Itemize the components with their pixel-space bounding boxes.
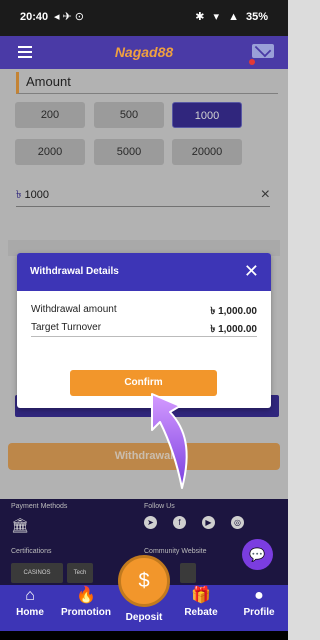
flame-icon: 🔥 [76,587,96,604]
target-turnover-row: Target Turnover ৳ 1,000.00 [31,322,257,335]
profile-icon: ● [254,587,264,604]
withdrawal-amount-row: Withdrawal amount ৳ 1,000.00 [31,304,257,317]
certifications-label: Certifications [11,548,52,555]
instagram-icon[interactable]: ◎ [231,516,244,529]
tech-badge: Tech [67,563,93,583]
modal-header: Withdrawal Details ✕ [17,253,271,291]
app-logo: Nagad88 [114,44,174,60]
nav-label: Promotion [61,607,111,618]
nav-label: Rebate [184,607,218,618]
gift-icon: 🎁 [191,587,211,604]
system-icons: ✱ ▾ ▲ [195,11,242,23]
payment-methods-label: Payment Methods [11,503,68,510]
deposit-button[interactable]: $ [118,555,170,607]
nav-rebate[interactable]: 🎁 Rebate [171,587,231,618]
mail-notification-dot [249,59,255,65]
battery-level: 35% [245,11,268,23]
follow-us-label: Follow Us [144,503,175,510]
facebook-icon[interactable]: f [173,516,186,529]
close-icon[interactable]: ✕ [244,261,259,282]
chat-icon[interactable]: 💬 [242,539,273,570]
nav-label: Profile [243,607,275,618]
telegram-icon[interactable]: ➤ [144,516,157,529]
home-icon: ⌂ [25,587,35,604]
mail-icon[interactable] [252,44,274,58]
modal-title: Withdrawal Details [30,266,119,277]
bank-icon: 🏛 [11,517,29,533]
row-value: ৳ 1,000.00 [210,306,257,317]
community-icon[interactable] [180,563,196,583]
status-bar: 20:40 ◂✈⊙ ✱ ▾ ▲ 35% [0,0,288,36]
nav-home[interactable]: ⌂ Home [0,587,60,618]
nav-promotion[interactable]: 🔥 Promotion [56,587,116,618]
status-time: 20:40 [20,11,49,23]
row-label: Withdrawal amount [31,304,117,315]
pointer-arrow-icon [151,393,188,489]
nav-label: Home [16,607,44,618]
withdrawal-details-modal: Withdrawal Details ✕ Withdrawal amount ৳… [17,253,271,408]
row-label: Target Turnover [31,322,102,333]
community-website-label: Community Website [144,548,207,555]
youtube-icon[interactable]: ▶ [202,516,215,529]
modal-divider [31,336,257,337]
nav-profile[interactable]: ● Profile [229,587,289,618]
nav-label: Deposit [125,612,163,623]
notification-icons: ◂✈⊙ [54,11,87,23]
deposit-icon: $ [138,570,150,592]
casinos-analyzer-badge: CASINOS ANALYZER [11,563,63,596]
gesture-bar [0,631,288,640]
